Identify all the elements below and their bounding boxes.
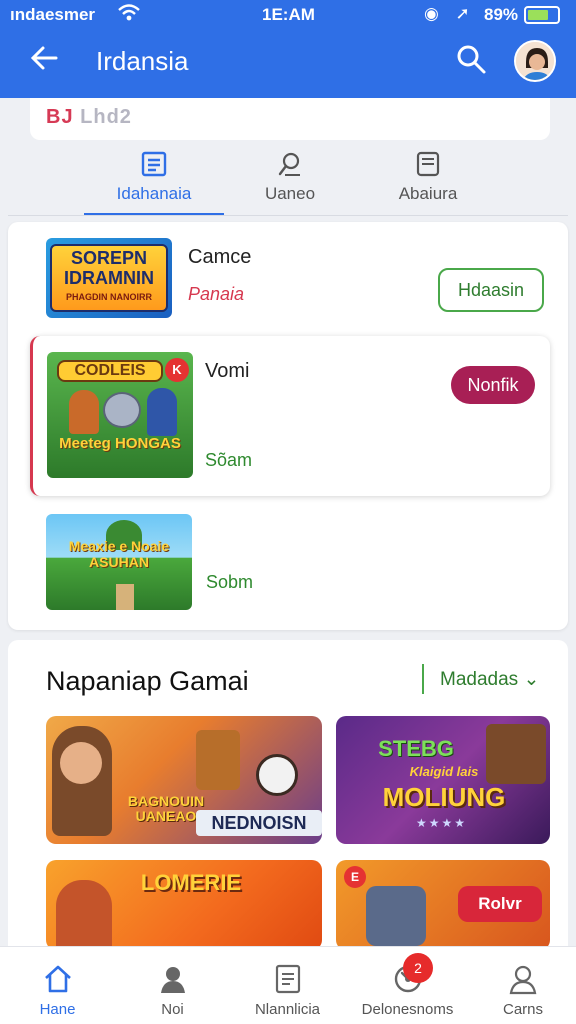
nav-label: Hane — [39, 1001, 76, 1018]
section-divider — [422, 664, 424, 694]
list-item[interactable]: Meaxie e Noaie ASUHAN Sobm — [8, 506, 568, 626]
list-item[interactable]: SOREPN IDRAMNIN PHAGDIN NANOIRR Camce Pa… — [8, 222, 568, 332]
game-card[interactable]: STEBG Klaigid lais MOLIUNG ★★★★ — [336, 716, 550, 844]
nav-home[interactable]: Hane — [0, 947, 115, 1024]
game-list: SOREPN IDRAMNIN PHAGDIN NANOIRR Camce Pa… — [8, 222, 568, 630]
user-icon — [507, 963, 539, 995]
see-more-link[interactable]: Madadas ⌄ — [440, 668, 539, 691]
nav-label: Nlannlicia — [254, 1001, 321, 1018]
tab-label: Uaneo — [264, 184, 316, 203]
tab-abaiura[interactable]: Abaiura — [358, 140, 498, 216]
thumbnail-title: Meaxie e Noaie ASUHAN — [68, 538, 170, 570]
document-icon — [414, 150, 442, 178]
search-icon[interactable] — [454, 42, 490, 78]
open-button[interactable]: Hdaasin — [438, 268, 544, 312]
nav-noi[interactable]: Noi — [115, 947, 230, 1024]
game-thumbnail[interactable]: SOREPN IDRAMNIN PHAGDIN NANOIRR — [46, 238, 172, 318]
card-subtitle: NEDNOISN — [196, 810, 322, 836]
nav-label: Noi — [161, 1001, 184, 1018]
document-icon — [272, 963, 304, 995]
card-title: Rolvr — [458, 886, 542, 922]
home-icon — [42, 963, 74, 995]
game-thumbnail[interactable]: Meaxie e Noaie ASUHAN — [46, 514, 192, 610]
nav-carns[interactable]: Carns — [470, 947, 576, 1024]
game-card[interactable]: LOMERIE — [46, 860, 322, 950]
install-button[interactable]: Nonfik — [451, 366, 535, 404]
top-bar: ındaesmer 1E:AM ◉ ➚ 89% Irdansia — [0, 0, 576, 98]
tab-idahanaia[interactable]: Idahanaia — [84, 140, 224, 216]
tab-uaneo[interactable]: Uaneo — [220, 140, 360, 216]
card-subtitle: MOLIUNG — [382, 782, 506, 812]
avatar[interactable] — [514, 40, 556, 82]
card-badge: E — [344, 866, 366, 888]
search-person-icon — [276, 150, 304, 178]
back-arrow-icon[interactable] — [28, 42, 64, 78]
game-card[interactable]: E Rolvr — [336, 860, 550, 950]
game-thumbnail[interactable]: CODLEIS K Meeteg HONGAS — [47, 352, 193, 478]
section-heading: Napaniap Gamai — [46, 666, 249, 696]
nav-nlannlicia[interactable]: Nlannlicia — [230, 947, 345, 1024]
tab-label: Idahanaia — [116, 184, 192, 203]
featured-section: Napaniap Gamai Madadas ⌄ BAGNOUIN UANEAO… — [8, 640, 568, 950]
thumbnail-title: CODLEIS — [74, 362, 146, 379]
brand-logo: BJ Lhd2 — [46, 106, 132, 128]
list-icon — [140, 150, 168, 178]
location-icon: ◉ ➚ — [424, 4, 476, 23]
battery-icon — [524, 6, 560, 24]
game-subtitle: Sobm — [206, 572, 254, 592]
tab-label: Abaiura — [398, 184, 458, 203]
nav-label: Delonesnoms — [361, 1001, 454, 1018]
card-title: LOMERIE — [140, 870, 242, 895]
card-tagline: Klaigid lais — [409, 764, 479, 779]
clock: 1E:AM — [262, 5, 315, 24]
game-subtitle: Sõam — [205, 450, 253, 470]
thumbnail-title: SOREPN IDRAMNIN — [64, 248, 154, 288]
thumbnail-subtitle: Meeteg HONGAS — [59, 435, 181, 452]
game-name: Vomi — [205, 360, 250, 382]
game-name: Camce — [188, 246, 252, 268]
game-subtitle: Panaia — [188, 284, 245, 304]
card-title: STEBG — [378, 736, 454, 761]
chevron-down-icon: ⌄ — [523, 669, 540, 690]
page-title: Irdansia — [96, 46, 189, 76]
game-card[interactable]: BAGNOUIN UANEAO NEDNOISN — [46, 716, 322, 844]
bottom-navigation: Hane Noi Nlannlicia 2 Delonesnoms Carns — [0, 946, 576, 1024]
notification-badge: 2 — [403, 953, 433, 983]
tab-bar: Idahanaia Uaneo Abaiura — [8, 140, 568, 216]
nav-label: Carns — [502, 1001, 543, 1018]
person-icon — [157, 963, 189, 995]
status-bar: ındaesmer 1E:AM ◉ ➚ 89% — [0, 0, 576, 30]
thumbnail-badge: K — [165, 358, 189, 382]
tab-divider — [8, 215, 568, 216]
battery-percent: 89% — [484, 5, 519, 24]
rating-stars-icon: ★★★★ — [416, 816, 468, 830]
wifi-icon — [118, 3, 140, 28]
brand-header: BJ Lhd2 — [30, 98, 550, 140]
nav-delonesnoms[interactable]: 2 Delonesnoms — [345, 947, 470, 1024]
thumbnail-subtitle: PHAGDIN NANOIRR — [65, 292, 152, 302]
carrier-label: ındaesmer — [10, 5, 96, 24]
list-item-selected[interactable]: CODLEIS K Meeteg HONGAS Vomi Sõam Nonfik — [30, 336, 550, 496]
